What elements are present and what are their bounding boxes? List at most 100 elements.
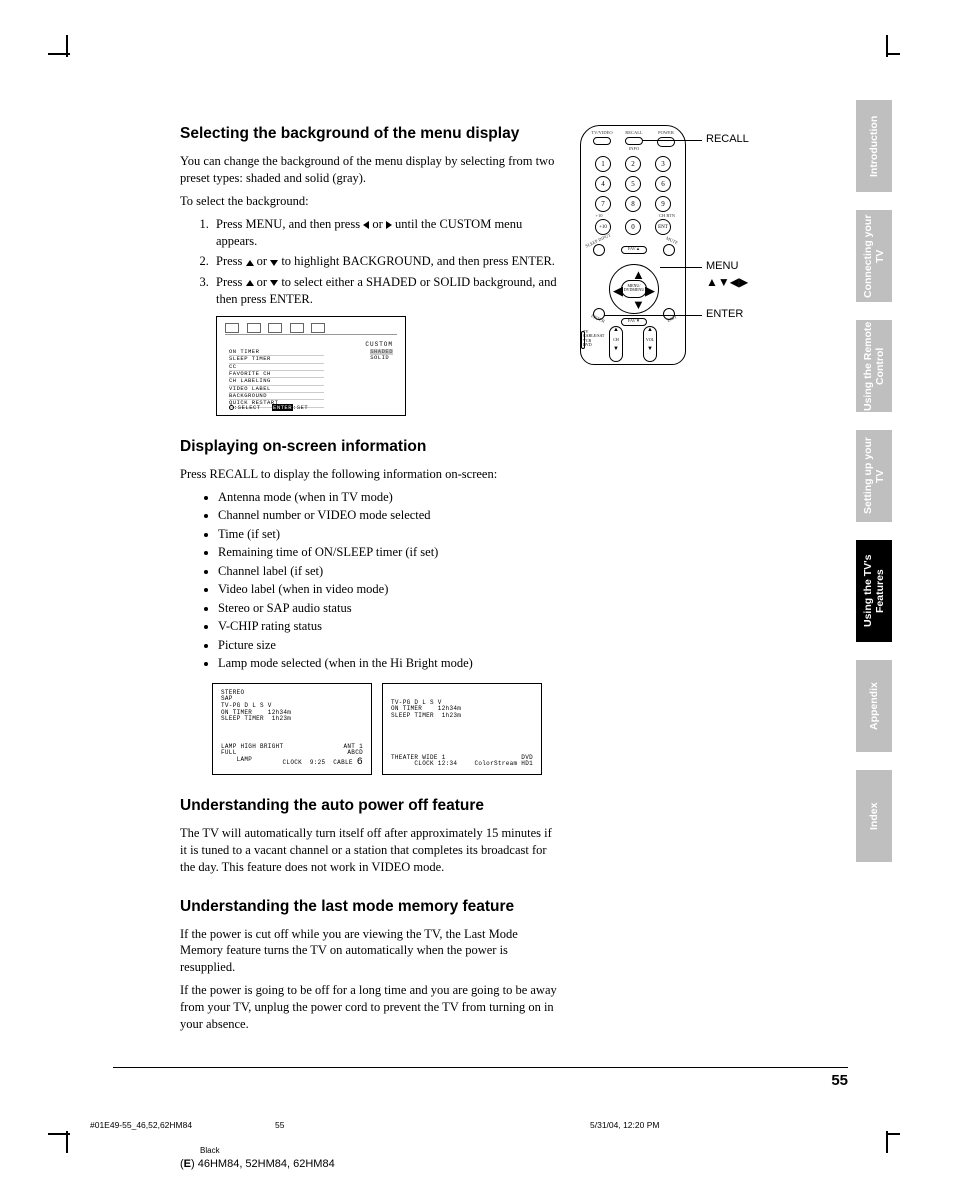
- chapter-tabs: Introduction Connecting your TV Using th…: [856, 100, 892, 880]
- num-1: 1: [595, 156, 611, 172]
- tab-setup: Setting up your TV: [856, 430, 892, 522]
- footer-file: #01E49-55_46,52,62HM84: [90, 1120, 192, 1130]
- footer-page: 55: [275, 1120, 284, 1130]
- section-last-mode: Understanding the last mode memory featu…: [180, 898, 560, 1033]
- tab-appendix: Appendix: [856, 660, 892, 752]
- menu-tab-icon: [311, 323, 325, 333]
- osd-examples: STEREO SAP TV-PG D L S V ON TIMER 12h34m…: [212, 683, 560, 775]
- dpad-down-icon: ▼: [632, 297, 645, 313]
- page-number: 55: [831, 1072, 848, 1089]
- num-7: 7: [595, 196, 611, 212]
- body-text: You can change the background of the men…: [180, 153, 560, 187]
- osd-box-1: STEREO SAP TV-PG D L S V ON TIMER 12h34m…: [212, 683, 372, 775]
- section-auto-power-off: Understanding the auto power off feature…: [180, 797, 560, 876]
- callout-line: [604, 315, 702, 316]
- menu-tab-icon: [290, 323, 304, 333]
- bullet-item: Remaining time of ON/SLEEP timer (if set…: [218, 544, 560, 562]
- tab-introduction: Introduction: [856, 100, 892, 192]
- callout-menu: MENU: [706, 260, 738, 272]
- vol-rocker: ▲ VOL ▼: [643, 326, 657, 362]
- bullet-item: Antenna mode (when in TV mode): [218, 489, 560, 507]
- ch-rocker: ▲ CH ▼: [609, 326, 623, 362]
- label-favup: FAV▲: [619, 246, 649, 251]
- num-2: 2: [625, 156, 641, 172]
- crop-mark: [884, 35, 914, 65]
- tab-connecting: Connecting your TV: [856, 210, 892, 302]
- label-power: POWER: [651, 130, 681, 135]
- menu-tab-icon: [225, 323, 239, 333]
- num-0: 0: [625, 219, 641, 235]
- section-onscreen-info: Displaying on-screen information Press R…: [180, 438, 560, 775]
- label-info: INFO: [619, 146, 649, 151]
- bullet-item: V-CHIP rating status: [218, 618, 560, 636]
- custom-menu-diagram: CUSTOM ON TIMER SLEEP TIMER CC FAVORITE …: [216, 316, 406, 416]
- callout-line: [642, 140, 702, 141]
- callout-enter: ENTER: [706, 308, 743, 320]
- bullet-item: Picture size: [218, 637, 560, 655]
- heading-auto-off: Understanding the auto power off feature: [180, 797, 560, 815]
- heading-background: Selecting the background of the menu dis…: [180, 125, 560, 143]
- bullet-item: Channel number or VIDEO mode selected: [218, 507, 560, 525]
- arrow-up-icon: [246, 260, 254, 266]
- label-dvd: DVD: [583, 343, 604, 347]
- remote-control-diagram: TV/VIDEO RECALL POWER INFO 1 2 3 4 5 6 7…: [580, 125, 686, 365]
- remote-diagram-area: TV/VIDEO RECALL POWER INFO 1 2 3 4 5 6 7…: [580, 125, 840, 365]
- tab-remote: Using the Remote Control: [856, 320, 892, 412]
- bullet-item: Channel label (if set): [218, 563, 560, 581]
- num-5: 5: [625, 176, 641, 192]
- body-text: If the power is going to be off for a lo…: [180, 982, 560, 1033]
- num-8: 8: [625, 196, 641, 212]
- mode-switch: [581, 331, 585, 349]
- crop-mark: [40, 35, 70, 65]
- label-chrtn: CH RTN: [653, 213, 681, 218]
- num-4: 4: [595, 176, 611, 192]
- label-tvvideo: TV/VIDEO: [587, 130, 617, 135]
- footer-date: 5/31/04, 12:20 PM: [590, 1120, 659, 1130]
- num-9: 9: [655, 196, 671, 212]
- menu-title: CUSTOM: [365, 341, 393, 348]
- heading-last-mode: Understanding the last mode memory featu…: [180, 898, 560, 916]
- menu-tab-icon: [268, 323, 282, 333]
- osd-box-2: TV-PG D L S V ON TIMER 12h34m SLEEP TIME…: [382, 683, 542, 775]
- label-plus10: +10: [589, 213, 609, 218]
- body-text: Press RECALL to display the following in…: [180, 466, 560, 483]
- footer-black: Black: [200, 1146, 220, 1155]
- dpad-ring: ▲ ▼ ◀ ▶ MENU/ DVDMENU: [609, 264, 659, 314]
- power-button: [657, 137, 675, 147]
- bullet-item: Time (if set): [218, 526, 560, 544]
- tab-index: Index: [856, 770, 892, 862]
- tab-features: Using the TV's Features: [856, 540, 892, 642]
- label-recall: RECALL: [619, 130, 649, 135]
- bullet-item: Stereo or SAP audio status: [218, 600, 560, 618]
- menu-tab-icon: [247, 323, 261, 333]
- step-3: Press or to select either a SHADED or SO…: [212, 274, 560, 308]
- recall-button: [625, 137, 643, 145]
- heading-onscreen: Displaying on-screen information: [180, 438, 560, 456]
- label-favdn: FAV▼: [619, 318, 649, 323]
- menu-dvdmenu-button: MENU/ DVDMENU: [621, 280, 647, 298]
- step-2: Press or to highlight BACKGROUND, and th…: [212, 253, 560, 270]
- tvvideo-button: [593, 137, 611, 145]
- page-rule: [113, 1067, 848, 1068]
- callout-recall: RECALL: [706, 133, 749, 145]
- num-6: 6: [655, 176, 671, 192]
- arrow-down-icon: [270, 260, 278, 266]
- footer-model: (E) 46HM84, 52HM84, 62HM84: [180, 1158, 335, 1170]
- step-1: Press MENU, and then press or until the …: [212, 216, 560, 250]
- sleep-input-button: [593, 244, 605, 256]
- menu-footer: :SELECT ENTER:SET: [229, 404, 308, 411]
- mute-button: [663, 244, 675, 256]
- num-3: 3: [655, 156, 671, 172]
- section-background: Selecting the background of the menu dis…: [180, 125, 560, 416]
- crop-mark: [40, 1123, 70, 1153]
- body-text: To select the background:: [180, 193, 560, 210]
- arrow-down-icon: [270, 280, 278, 286]
- arrow-up-icon: [246, 280, 254, 286]
- crop-mark: [884, 1123, 914, 1153]
- callout-line: [660, 267, 702, 268]
- menu-item-list: ON TIMER SLEEP TIMER CC FAVORITE CH CH L…: [229, 349, 324, 408]
- menu-option-solid: SOLID: [370, 355, 393, 361]
- body-text: The TV will automatically turn itself of…: [180, 825, 560, 876]
- callout-arrows: ▲▼◀▶: [706, 275, 748, 289]
- menu-item: SLEEP TIMER: [229, 356, 324, 363]
